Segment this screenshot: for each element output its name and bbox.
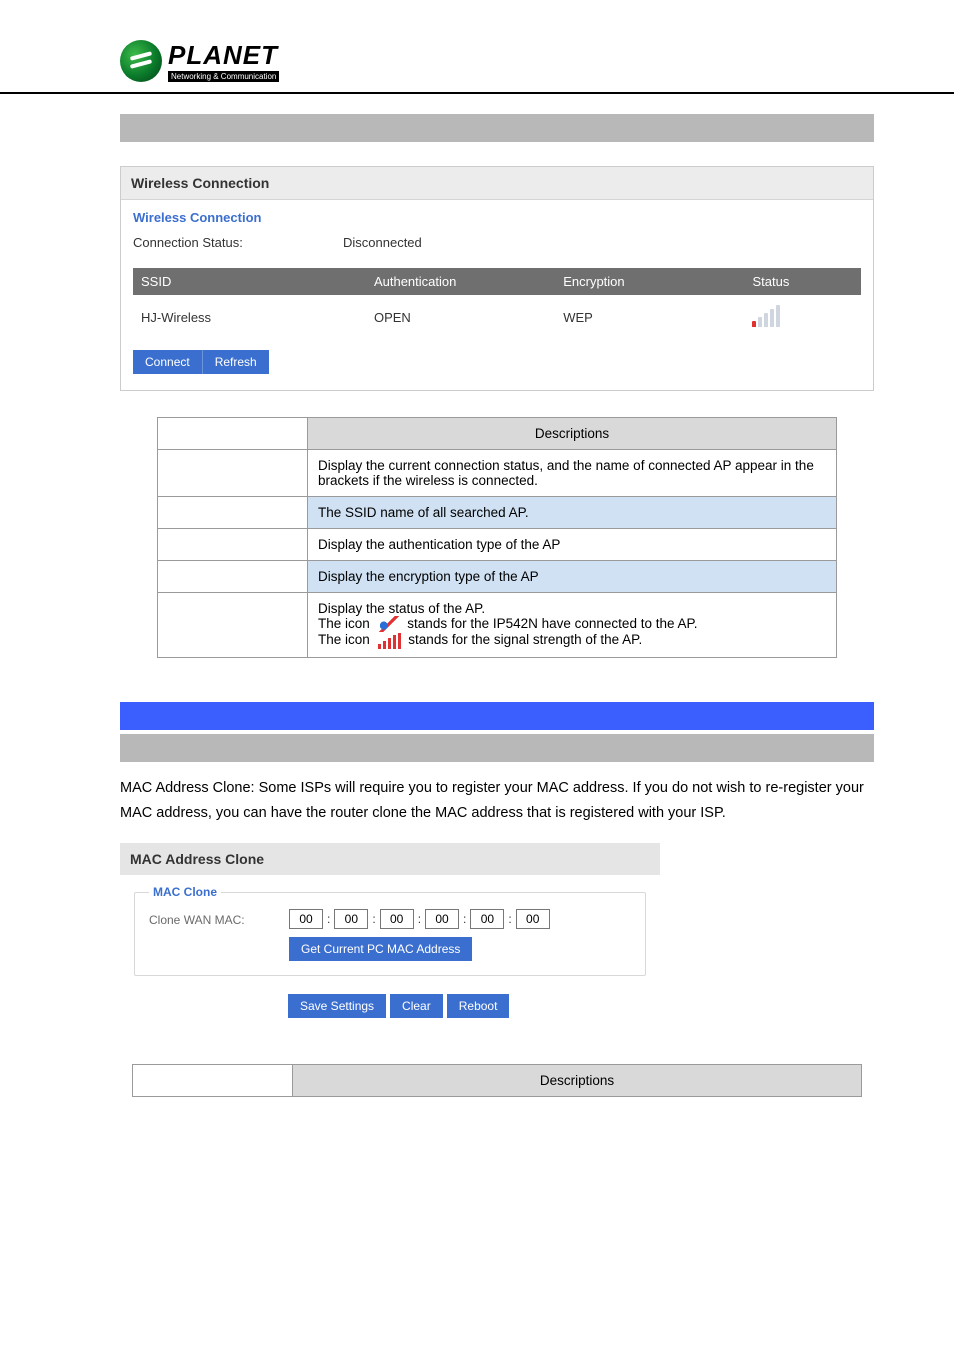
mac-octet-1[interactable] [334,909,368,929]
desc1-header: Descriptions [308,418,837,450]
cell-ssid: HJ-Wireless [133,295,366,340]
mac-octet-0[interactable] [289,909,323,929]
mac-octet-3[interactable] [425,909,459,929]
desc1-row2: Display the authentication type of the A… [308,529,837,561]
connect-button[interactable]: Connect [133,350,203,374]
col-enc: Encryption [555,268,744,295]
grey-section-bar-2 [120,734,874,762]
table-row: Display the encryption type of the AP [158,561,837,593]
col-status: Status [744,268,861,295]
blue-section-bar [120,702,874,730]
table-row: Display the current connection status, a… [158,450,837,497]
col-ssid: SSID [133,268,366,295]
table-row[interactable]: HJ-Wireless OPEN WEP [133,295,861,340]
desc1-row0: Display the current connection status, a… [308,450,837,497]
reboot-button[interactable]: Reboot [447,994,510,1018]
desc1-row1: The SSID name of all searched AP. [308,497,837,529]
desc1-key-header [158,418,308,450]
logo-tagline: Networking & Communication [168,71,279,82]
mac-octet-2[interactable] [380,909,414,929]
wireless-connection-panel: Wireless Connection Wireless Connection … [120,166,874,391]
mac-fieldset-legend: MAC Clone [149,885,221,899]
mac-octet-inputs: : : : : : [289,909,550,929]
connected-check-icon [376,616,402,632]
panel-title: Wireless Connection [121,167,873,200]
get-current-pc-mac-button[interactable]: Get Current PC MAC Address [289,937,472,961]
mac-octet-4[interactable] [470,909,504,929]
signal-strength-icon [752,305,780,327]
descriptions-table-1: Descriptions Display the current connect… [157,417,837,658]
brand-logo: PLANET Networking & Communication [120,40,954,82]
connection-status-value: Disconnected [343,235,422,250]
wireless-ap-table: SSID Authentication Encryption Status HJ… [133,268,861,340]
cell-enc: WEP [555,295,744,340]
mac-description-text: MAC Address Clone: Some ISPs will requir… [120,776,874,825]
fieldset-legend: Wireless Connection [133,208,861,235]
table-row: Display the status of the AP. The icon s… [158,593,837,658]
cell-auth: OPEN [366,295,555,340]
mac-octet-5[interactable] [516,909,550,929]
descriptions-table-2: Descriptions [132,1064,862,1097]
logo-brand-text: PLANET [168,40,279,71]
desc2-header: Descriptions [293,1065,862,1097]
mac-address-clone-panel: MAC Address Clone MAC Clone Clone WAN MA… [120,843,660,1036]
refresh-button[interactable]: Refresh [203,350,269,374]
grey-section-bar [120,114,874,142]
desc1-row3: Display the encryption type of the AP [308,561,837,593]
cell-status [744,295,861,340]
connection-status-label: Connection Status: [133,235,343,250]
mac-panel-title: MAC Address Clone [120,843,660,875]
logo-globe-icon [120,40,162,82]
desc2-key-header [133,1065,293,1097]
col-auth: Authentication [366,268,555,295]
table-row: Display the authentication type of the A… [158,529,837,561]
desc1-status-row: Display the status of the AP. The icon s… [308,593,837,658]
signal-bars-icon [378,633,401,649]
save-settings-button[interactable]: Save Settings [288,994,386,1018]
table-row: The SSID name of all searched AP. [158,497,837,529]
clone-wan-mac-label: Clone WAN MAC: [149,909,269,927]
clear-button[interactable]: Clear [390,994,443,1018]
